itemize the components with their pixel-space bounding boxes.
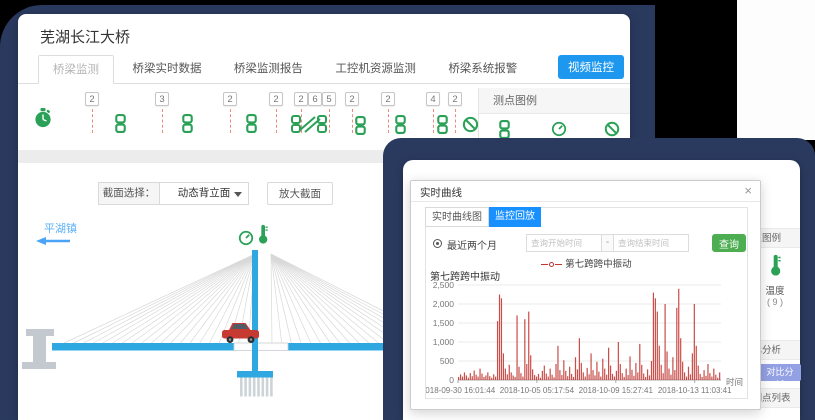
prohibit-icon[interactable] <box>462 116 479 133</box>
sensor-count-badge: 2 <box>223 92 237 106</box>
sensor-point[interactable]: 3 <box>155 92 169 133</box>
svg-text:0: 0 <box>449 375 454 385</box>
screen: 芜湖长江大桥 桥梁监测 桥梁实时数据 桥梁监测报告 工控机资源监测 桥梁系统报警… <box>0 0 815 420</box>
chain-link-icon[interactable] <box>394 115 407 134</box>
svg-text:2018-09-30 16:01:44: 2018-09-30 16:01:44 <box>426 386 496 395</box>
gauge-icon[interactable] <box>551 121 567 137</box>
chain-link-icon[interactable] <box>245 114 258 133</box>
section-select-value: 动态背立面 <box>178 187 231 199</box>
legend-marker-icon <box>541 264 548 265</box>
chain-link-icon[interactable] <box>114 114 127 133</box>
caret-down-icon <box>234 192 242 197</box>
pylon-thermometer-icon[interactable] <box>259 225 268 244</box>
bearing-cluster-icon[interactable] <box>290 112 328 134</box>
sensor-point[interactable]: 2 <box>269 92 283 133</box>
sensor-dash-line <box>92 109 93 133</box>
tab-ipc-resource[interactable]: 工控机资源监测 <box>321 55 430 84</box>
sensor-dash-line <box>455 109 456 133</box>
sensor-point[interactable]: 2 <box>381 92 395 133</box>
bridge-side-label: 平湖镇 <box>44 220 77 236</box>
tab-monitor-report[interactable]: 桥梁监测报告 <box>220 55 317 84</box>
popup-backdrop: 测点图例 温度 ( 9 ) 对比分析 对比分析 监测点列表 实时曲线 × 实时曲… <box>383 138 815 420</box>
sensor-dash-line <box>388 109 389 133</box>
sensor-dash-line <box>352 109 353 133</box>
background-patch <box>737 0 815 140</box>
bridge-deck-segment <box>234 343 288 351</box>
legend-marker-icon <box>555 264 562 265</box>
compare-analysis-button[interactable]: 对比分析 <box>759 364 801 381</box>
thermometer-icon <box>770 254 781 276</box>
pylon-cap <box>237 371 273 378</box>
sensor-dash-line <box>433 109 434 133</box>
direction-arrow-icon <box>36 237 70 245</box>
chain-link-icon[interactable] <box>498 120 511 139</box>
sensor-point[interactable]: 2 <box>448 92 462 133</box>
sensor-count-badge: 2 <box>381 92 395 106</box>
sensor-point[interactable]: 6 <box>308 92 322 106</box>
dialog-header: 实时曲线 × <box>411 181 760 202</box>
sensor-dash-line <box>230 109 231 133</box>
sensor-dash-line <box>162 109 163 133</box>
pylon-piles <box>240 378 273 397</box>
video-monitor-button[interactable]: 视频监控 <box>558 55 624 79</box>
recent-range-label: 最近两个月 <box>447 237 497 252</box>
tab-monitor-playback[interactable]: 监控回放 <box>489 207 541 227</box>
query-end-input[interactable] <box>613 234 689 252</box>
sensor-count-badge: 4 <box>426 92 440 106</box>
query-button[interactable]: 查询 <box>712 234 746 252</box>
tab-system-alarm[interactable]: 桥梁系统报警 <box>434 55 531 84</box>
chart-title: 第七跨跨中振动 <box>430 268 500 283</box>
query-start-input[interactable] <box>526 234 602 252</box>
popup-monitor-window: 测点图例 温度 ( 9 ) 对比分析 对比分析 监测点列表 实时曲线 × 实时曲… <box>403 160 800 420</box>
recent-range-radio[interactable] <box>433 239 442 248</box>
sensor-count-badge: 2 <box>269 92 283 106</box>
legend-panel-title: 测点图例 <box>479 88 630 114</box>
pylon-gauge-sensor-icon[interactable] <box>240 232 252 244</box>
tab-realtime-data[interactable]: 桥梁实时数据 <box>118 55 215 84</box>
svg-text:时间: 时间 <box>726 377 743 387</box>
section-select-label: 截面选择： <box>98 182 160 205</box>
bridge-pier <box>22 329 56 369</box>
legend-series-label: 第七跨跨中振动 <box>565 259 632 270</box>
close-icon[interactable]: × <box>744 183 752 198</box>
sensor-count-badge: 2 <box>345 92 359 106</box>
sensor-count-badge: 2 <box>448 92 462 106</box>
bridge-pylon <box>252 250 258 371</box>
zoom-section-button[interactable]: 放大截面 <box>267 182 333 205</box>
sensor-count-badge: 5 <box>322 92 336 106</box>
sensor-dash-line <box>329 109 330 133</box>
chain-link-icon[interactable] <box>354 116 367 135</box>
sensor-point[interactable]: 2 <box>85 92 99 133</box>
prohibit-icon[interactable] <box>604 121 620 137</box>
svg-text:2018-10-13 11:03:41: 2018-10-13 11:03:41 <box>658 386 732 395</box>
sensor-count-badge: 2 <box>85 92 99 106</box>
svg-text:2018-10-09 15:27:41: 2018-10-09 15:27:41 <box>579 386 654 395</box>
vibration-chart: 2,500 2,000 1,500 1,000 500 02018-09-30 16:01… <box>426 282 749 398</box>
dialog-title: 实时曲线 <box>420 185 462 200</box>
tab-bar: 桥梁监测 桥梁实时数据 桥梁监测报告 工控机资源监测 桥梁系统报警 视频监控 <box>18 54 630 84</box>
sensor-count-badge: 2 <box>294 92 308 106</box>
page-title: 芜湖长江大桥 <box>40 26 130 47</box>
svg-text:2018-10-05 05:17:54: 2018-10-05 05:17:54 <box>500 386 575 395</box>
sensor-count-badge: 3 <box>155 92 169 106</box>
dialog-body: 实时曲线图 监控回放 最近两个月 - 查询 第七跨跨中振动 第七跨跨中振动 2,… <box>425 207 748 399</box>
legend-marker-icon <box>549 262 554 267</box>
svg-text:500: 500 <box>440 356 454 366</box>
svg-text:1,500: 1,500 <box>433 318 455 328</box>
svg-text:2,000: 2,000 <box>433 299 455 309</box>
tab-realtime-curve[interactable]: 实时曲线图 <box>425 207 489 227</box>
realtime-curve-dialog: 实时曲线 × 实时曲线图 监控回放 最近两个月 - 查询 第七跨跨中振动 <box>410 180 761 410</box>
svg-text:2,500: 2,500 <box>433 282 455 290</box>
tab-bridge-monitor[interactable]: 桥梁监测 <box>38 55 114 84</box>
sensor-point[interactable]: 2 <box>223 92 237 133</box>
sensor-dash-line <box>276 109 277 133</box>
sensor-count-badge: 6 <box>308 92 322 106</box>
section-select[interactable]: 动态背立面 <box>159 182 249 205</box>
chain-link-icon[interactable] <box>181 114 194 133</box>
hammer-sensor-icon[interactable] <box>34 108 52 128</box>
svg-text:1,000: 1,000 <box>433 337 455 347</box>
